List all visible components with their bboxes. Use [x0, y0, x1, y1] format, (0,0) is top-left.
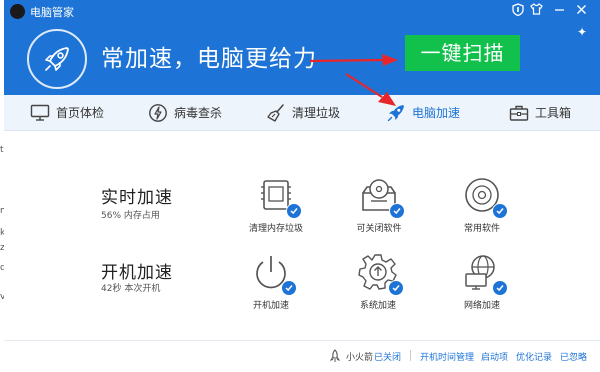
startup-boot-time: 42秒 本次开机 [101, 284, 161, 294]
toolbox-icon [509, 104, 529, 122]
startup-items-link[interactable]: 启动项 [481, 350, 508, 363]
item-label: 开机加速 [252, 301, 289, 311]
skin-shirt-icon[interactable] [528, 3, 544, 19]
banner-slogan: 常加速，电脑更给力 [101, 46, 317, 72]
tab-toolbox[interactable]: 工具箱 [509, 95, 571, 130]
item-label: 系统加速 [359, 301, 396, 311]
title-bar: 电脑管家 [4, 0, 600, 22]
fire-rocket-status-link[interactable]: 已关闭 [374, 350, 401, 363]
shield-bolt-icon [148, 103, 168, 123]
item-label: 可关闭软件 [356, 224, 402, 234]
boot-time-manage-link[interactable]: 开机时间管理 [420, 350, 474, 363]
check-badge-icon [286, 203, 302, 219]
tab-label: 首页体检 [56, 106, 105, 120]
nav-tabs: 首页体检 病毒查杀 清理垃圾 电脑加速 工具箱 [4, 95, 600, 131]
shield-badge-icon[interactable] [510, 3, 526, 19]
item-label: 网络加速 [463, 301, 500, 311]
footer-bar: 小火箭 已关闭 开机时间管理 启动项 优化记录 已忽略 [4, 340, 600, 372]
network-speedup-item[interactable]: 网络加速 [437, 252, 527, 311]
closable-software-item[interactable]: 可关闭软件 [334, 175, 424, 234]
tab-virus-scan[interactable]: 病毒查杀 [148, 95, 222, 130]
check-badge-icon [389, 203, 405, 219]
tab-label: 电脑加速 [412, 106, 461, 120]
item-label: 清理内存垃圾 [248, 224, 303, 234]
rocket-icon [386, 103, 406, 123]
common-software-item[interactable]: 常用软件 [437, 175, 527, 234]
pc-manager-window: 电脑管家 常加速，电脑更给力 一键扫描 ✦ 首页体检 病毒查杀 清理垃圾 电脑加… [4, 0, 600, 372]
globe-monitor-icon [462, 252, 508, 296]
monitor-icon [30, 104, 50, 122]
check-badge-icon [388, 280, 404, 296]
clean-memory-item[interactable]: 清理内存垃圾 [231, 175, 321, 234]
minimize-icon[interactable] [551, 3, 567, 19]
tab-label: 工具箱 [535, 106, 572, 120]
system-speedup-item[interactable]: 系统加速 [333, 252, 423, 311]
power-icon [251, 252, 297, 296]
memory-chip-icon [256, 175, 302, 219]
gear-icon [358, 252, 404, 296]
check-badge-icon [492, 280, 508, 296]
close-icon[interactable] [573, 3, 589, 19]
tab-label: 病毒查杀 [174, 106, 223, 120]
tab-home-checkup[interactable]: 首页体检 [30, 95, 104, 130]
realtime-memory-usage: 56% 内存占用 [101, 211, 160, 221]
disc-box-icon [359, 175, 405, 219]
sparkle-icon[interactable]: ✦ [577, 25, 587, 39]
rocket-logo-icon [27, 29, 87, 89]
one-click-scan-button[interactable]: 一键扫描 [405, 35, 520, 71]
app-logo-icon [10, 4, 25, 19]
window-title: 电脑管家 [30, 6, 74, 19]
realtime-speedup-title: 实时加速 [101, 188, 173, 208]
fire-rocket-label: 小火箭 [346, 353, 374, 363]
banner: 常加速，电脑更给力 一键扫描 ✦ [4, 22, 600, 95]
optimize-records-link[interactable]: 优化记录 [516, 350, 552, 363]
tab-clean-junk[interactable]: 清理垃圾 [266, 95, 340, 130]
tab-label: 清理垃圾 [292, 106, 341, 120]
divider [410, 350, 411, 361]
tab-pc-speedup[interactable]: 电脑加速 [386, 95, 460, 130]
startup-speedup-title: 开机加速 [101, 263, 173, 283]
broom-icon [266, 103, 286, 123]
cd-icon [462, 175, 508, 219]
item-label: 常用软件 [463, 224, 500, 234]
small-rocket-icon [329, 348, 341, 367]
check-badge-icon [281, 280, 297, 296]
ignored-link[interactable]: 已忽略 [560, 350, 587, 363]
check-badge-icon [492, 203, 508, 219]
boot-speedup-item[interactable]: 开机加速 [226, 252, 316, 311]
